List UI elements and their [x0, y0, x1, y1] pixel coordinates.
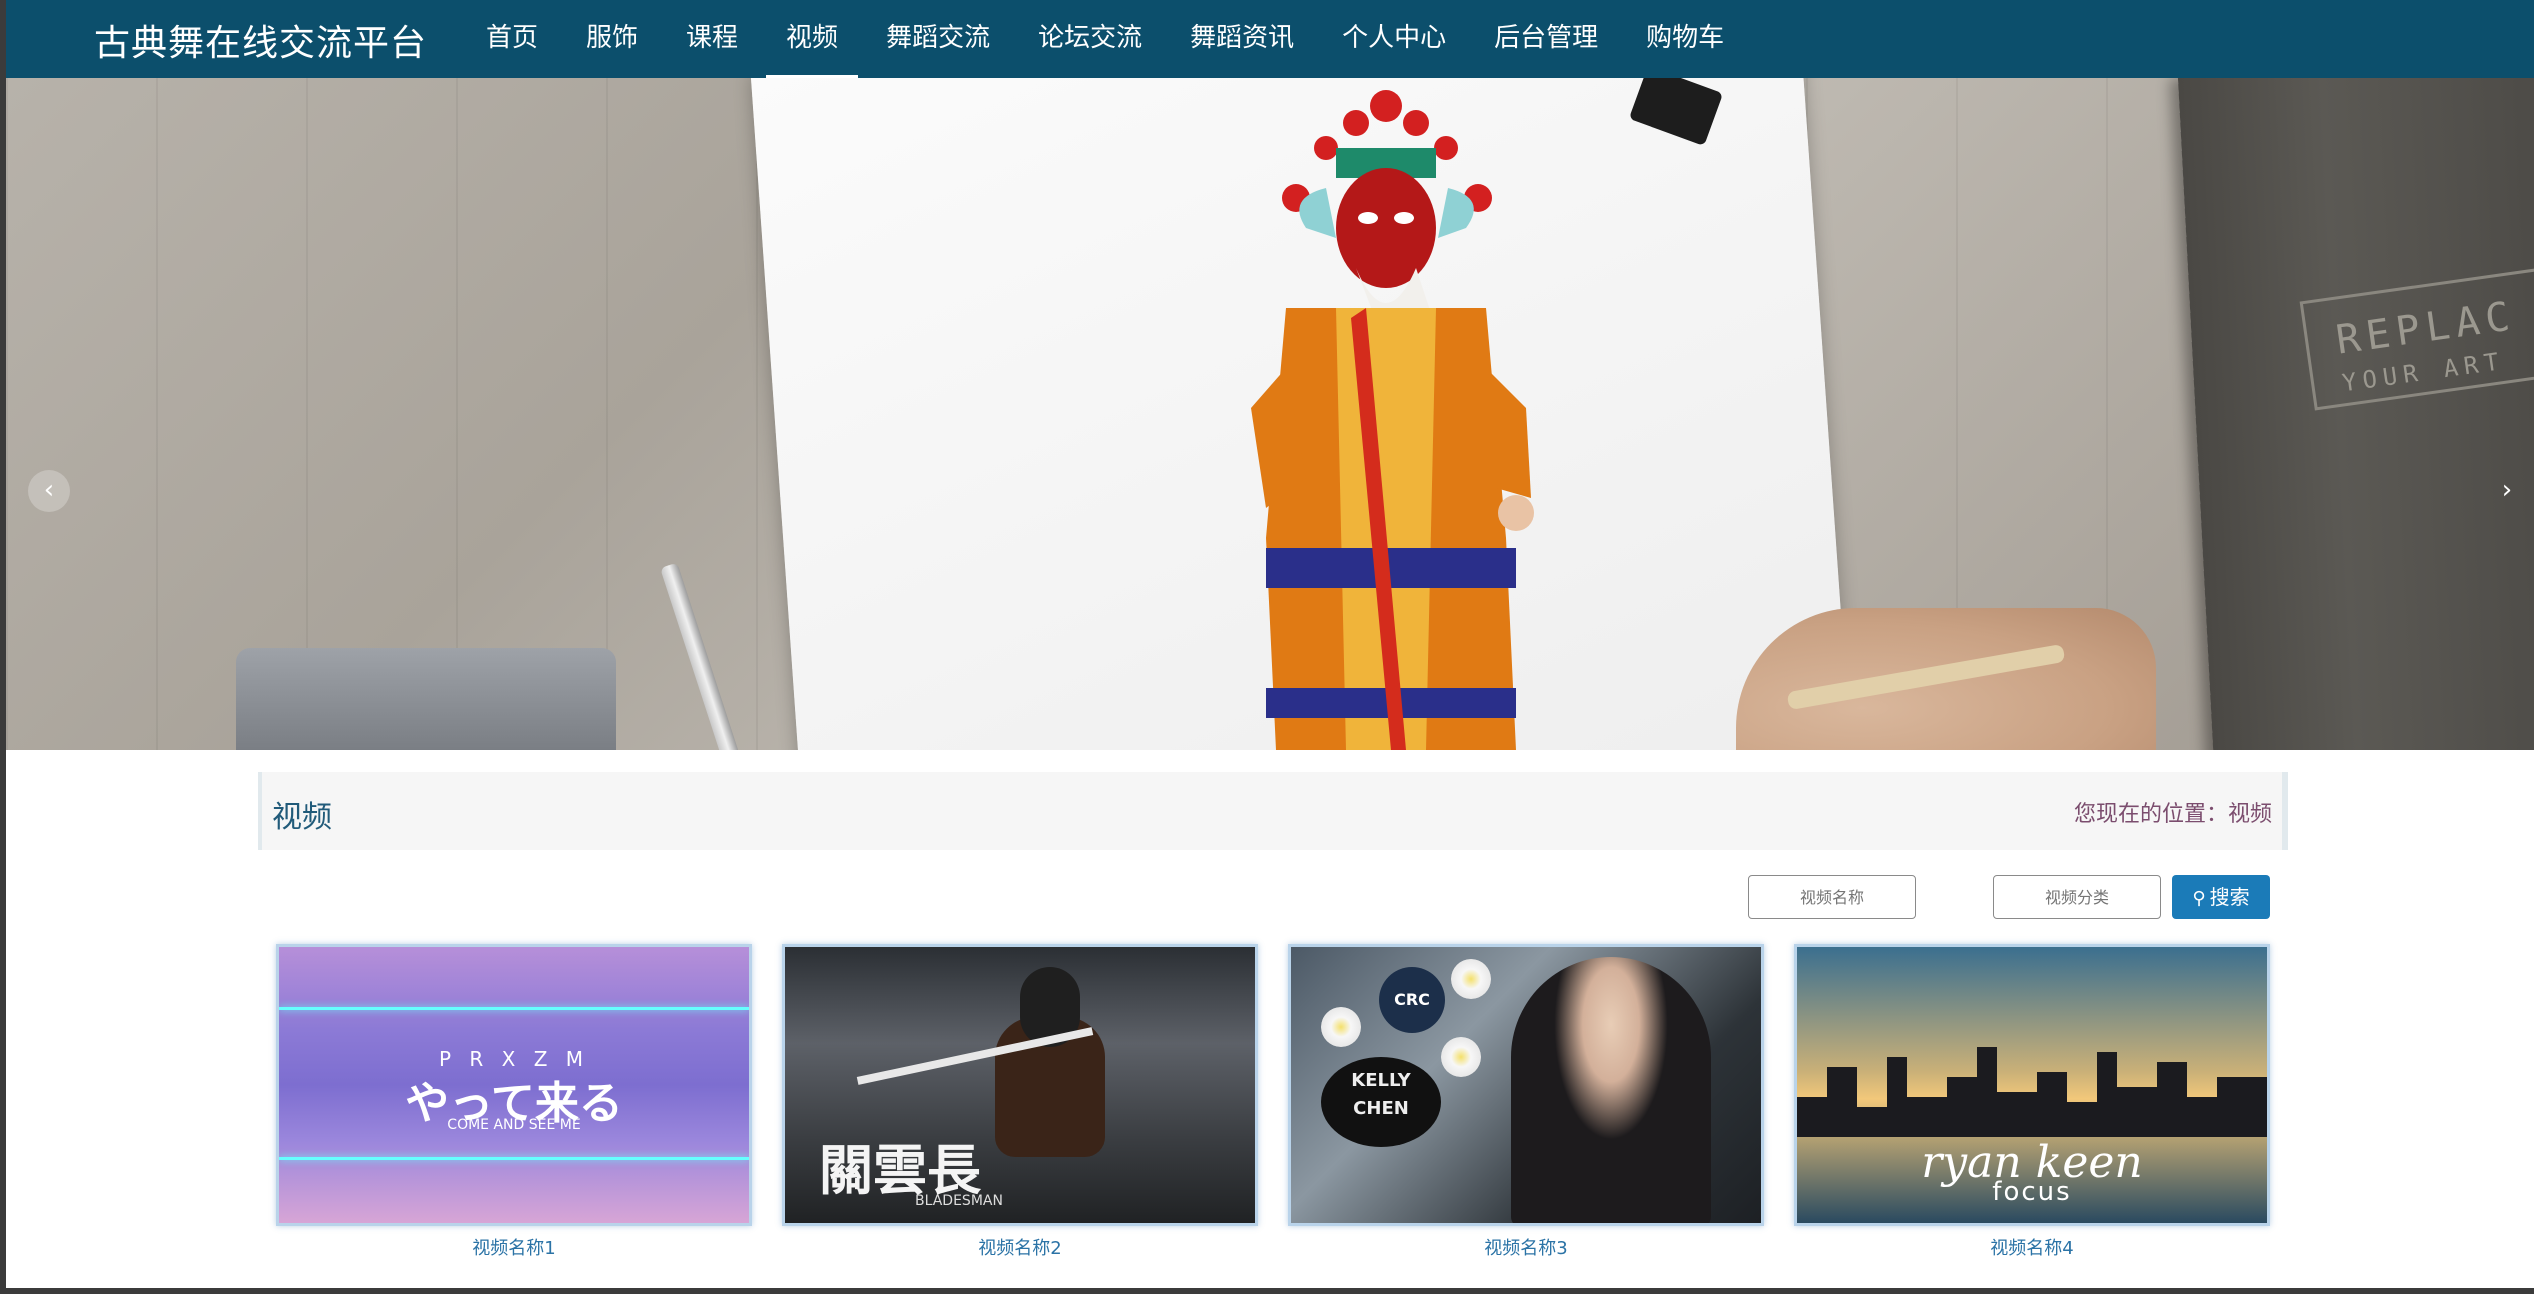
window-frame-bottom — [0, 1288, 2534, 1294]
section-title: 视频 — [272, 800, 332, 835]
nav-item-home[interactable]: 首页 — [466, 0, 558, 78]
video-thumbnail[interactable]: CRC KELLY CHEN — [1288, 944, 1764, 1226]
video-title[interactable]: 视频名称2 — [782, 1234, 1258, 1260]
video-thumbnail[interactable]: P R X Z M やって来る COME AND SEE ME — [276, 944, 752, 1226]
nav-item-costume[interactable]: 服饰 — [566, 0, 658, 78]
nav-item-cart[interactable]: 购物车 — [1626, 0, 1744, 78]
thumb-flower-shape — [1321, 1007, 1361, 1047]
video-thumbnail[interactable]: ryan keen focus — [1794, 944, 2270, 1226]
main-nav: 首页 服饰 课程 视频 舞蹈交流 论坛交流 舞蹈资讯 个人中心 后台管理 购物车 — [466, 0, 1752, 78]
thumb-logo-text: KELLY CHEN — [1321, 1057, 1441, 1147]
thumb-skyline-shape — [1797, 1047, 2267, 1137]
video-name-search-input[interactable] — [1748, 875, 1916, 919]
thumb-text: focus — [1992, 1177, 2072, 1207]
video-card[interactable]: ryan keen focus 视频名称4 — [1794, 944, 2270, 1260]
hero-device-image — [236, 648, 616, 750]
thumb-glow-line — [279, 1007, 749, 1010]
breadcrumb-location: 您现在的位置：视频 — [2073, 802, 2272, 827]
nav-item-dance-exchange[interactable]: 舞蹈交流 — [866, 0, 1010, 78]
thumb-badge: CRC — [1379, 967, 1445, 1033]
nav-item-user-center[interactable]: 个人中心 — [1322, 0, 1466, 78]
video-category-search-input[interactable] — [1993, 875, 2161, 919]
thumb-portrait-shape — [1511, 957, 1711, 1223]
thumb-subtext: BLADESMAN — [915, 1193, 1003, 1209]
video-title[interactable]: 视频名称1 — [276, 1234, 752, 1260]
video-thumbnail[interactable]: 關雲長 BLADESMAN — [782, 944, 1258, 1226]
nav-item-admin[interactable]: 后台管理 — [1474, 0, 1618, 78]
thumb-glow-line — [279, 1157, 749, 1160]
hero-book-image — [2177, 78, 2534, 750]
nav-item-dance-news[interactable]: 舞蹈资讯 — [1170, 0, 1314, 78]
nav-item-video[interactable]: 视频 — [766, 0, 859, 78]
video-title[interactable]: 视频名称3 — [1288, 1234, 1764, 1260]
site-title[interactable]: 古典舞在线交流平台 — [94, 14, 427, 66]
video-card[interactable]: CRC KELLY CHEN 视频名称3 — [1288, 944, 1764, 1260]
hero-carousel: REPLAC YOUR ART ‹ › — [6, 78, 2534, 750]
section-header-bar: 视频 您现在的位置：视频 — [258, 772, 2288, 850]
thumb-flower-shape — [1441, 1037, 1481, 1077]
search-icon: ⚲ — [2192, 888, 2206, 909]
video-card[interactable]: P R X Z M やって来る COME AND SEE ME 视频名称1 — [276, 944, 752, 1260]
video-title[interactable]: 视频名称4 — [1794, 1234, 2270, 1260]
thumb-flower-shape — [1451, 959, 1491, 999]
opera-figure-illustration — [1251, 90, 1534, 750]
top-navbar: 古典舞在线交流平台 首页 服饰 课程 视频 舞蹈交流 论坛交流 舞蹈资讯 个人中… — [6, 0, 2534, 78]
carousel-next-button[interactable]: › — [2486, 470, 2528, 512]
search-button-label: 搜索 — [2209, 885, 2250, 909]
video-card[interactable]: 關雲長 BLADESMAN 视频名称2 — [782, 944, 1258, 1260]
nav-item-course[interactable]: 课程 — [666, 0, 758, 78]
nav-item-forum[interactable]: 论坛交流 — [1018, 0, 1162, 78]
search-button[interactable]: ⚲ 搜索 — [2172, 875, 2270, 919]
thumb-text: COME AND SEE ME — [447, 1117, 581, 1133]
carousel-prev-button[interactable]: ‹ — [28, 470, 70, 512]
